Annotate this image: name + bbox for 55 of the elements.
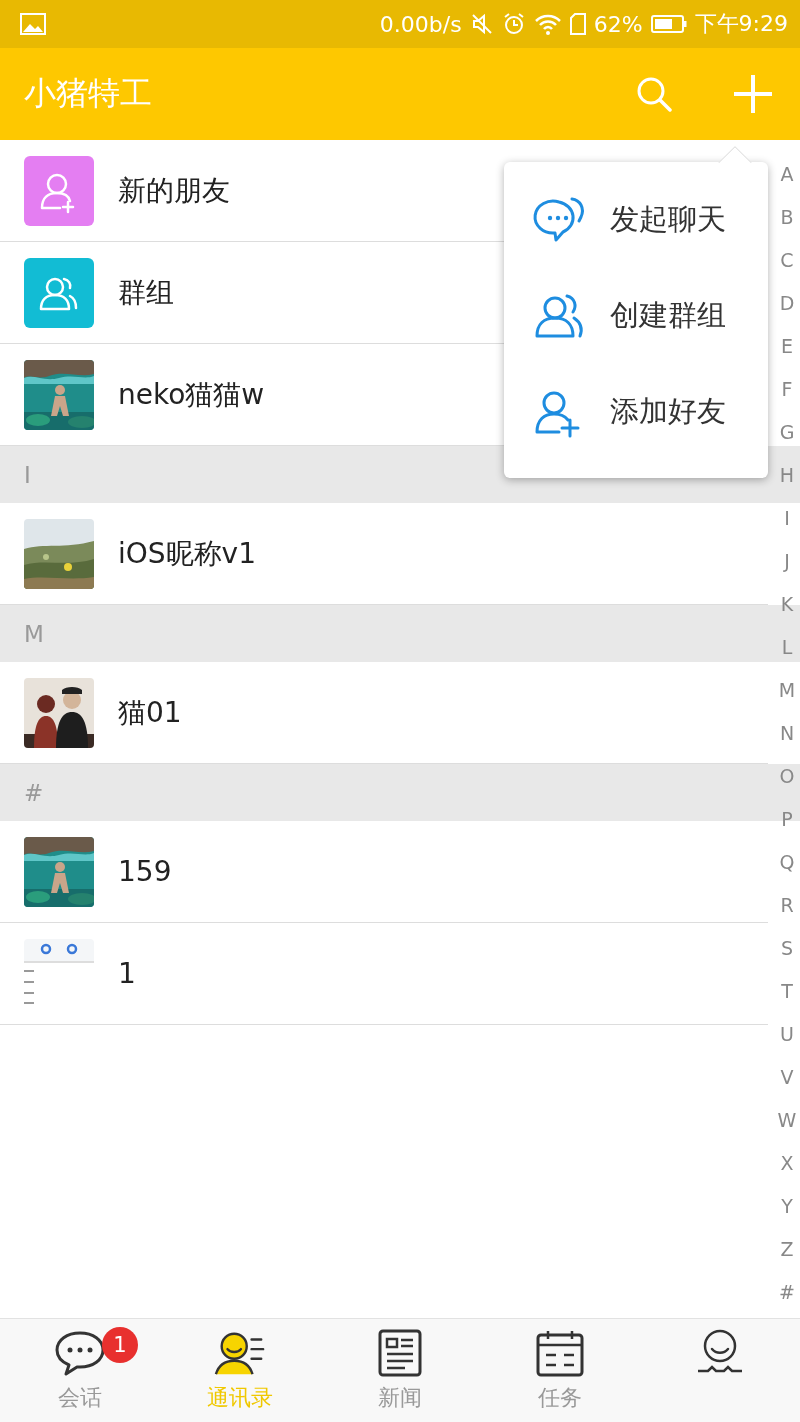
index-letter[interactable]: # [774,1271,800,1314]
app-title: 小猪特工 [24,73,153,114]
search-icon[interactable] [636,76,672,112]
section-letter: I [24,461,31,488]
index-letter[interactable]: K [774,583,800,626]
index-letter[interactable]: N [774,712,800,755]
index-letter[interactable]: X [774,1142,800,1185]
index-letter[interactable]: P [774,798,800,841]
contact-name: 1 [118,957,136,990]
contact-row[interactable]: 159 [0,821,768,923]
contact-name: 新的朋友 [118,172,230,209]
index-letter[interactable]: U [774,1013,800,1056]
sim-card-icon [569,13,586,35]
index-letter[interactable]: O [774,755,800,798]
nav-tab[interactable]: 新闻 [320,1319,480,1422]
contact-name: neko猫猫w [118,376,265,413]
index-letter[interactable]: F [774,368,800,411]
network-speed: 0.00b/s [379,11,462,37]
contact-name: 群组 [118,274,174,311]
contact-name: 猫01 [118,694,182,731]
index-letter[interactable]: W [774,1099,800,1142]
index-letter[interactable]: M [774,669,800,712]
index-letter[interactable]: C [774,239,800,282]
index-letter[interactable]: H [774,454,800,497]
contact-name: iOS昵称v1 [118,535,256,572]
index-letter[interactable]: B [774,196,800,239]
add-icon[interactable] [732,73,774,115]
picture-icon [20,13,46,35]
index-letter[interactable]: J [774,540,800,583]
section-letter: M [24,620,44,647]
battery-percent: 62% [593,11,643,37]
index-letter[interactable]: E [774,325,800,368]
index-letter[interactable]: V [774,1056,800,1099]
contact-row[interactable]: 1 [0,923,768,1025]
index-letter[interactable]: Q [774,841,800,884]
index-letter[interactable]: I [774,497,800,540]
wifi-icon [533,13,562,35]
index-letter[interactable]: Y [774,1185,800,1228]
unread-badge: 1 [102,1327,138,1363]
index-letter[interactable]: R [774,884,800,927]
nav-tab[interactable]: 任务 [480,1319,640,1422]
index-letter[interactable]: S [774,927,800,970]
index-letter[interactable]: D [774,282,800,325]
battery-icon [650,14,687,34]
mute-icon [469,12,494,36]
index-letter[interactable]: T [774,970,800,1013]
clock: 下午9:29 [694,10,788,38]
index-letter[interactable]: A [774,153,800,196]
chat-bubble-icon [53,1329,107,1377]
nav-tab[interactable]: 会话 1 [0,1319,160,1422]
index-letter[interactable]: L [774,626,800,669]
index-letter[interactable]: G [774,411,800,454]
section-letter: # [24,779,44,806]
contact-name: 159 [118,855,172,888]
index-letter[interactable]: Z [774,1228,800,1271]
